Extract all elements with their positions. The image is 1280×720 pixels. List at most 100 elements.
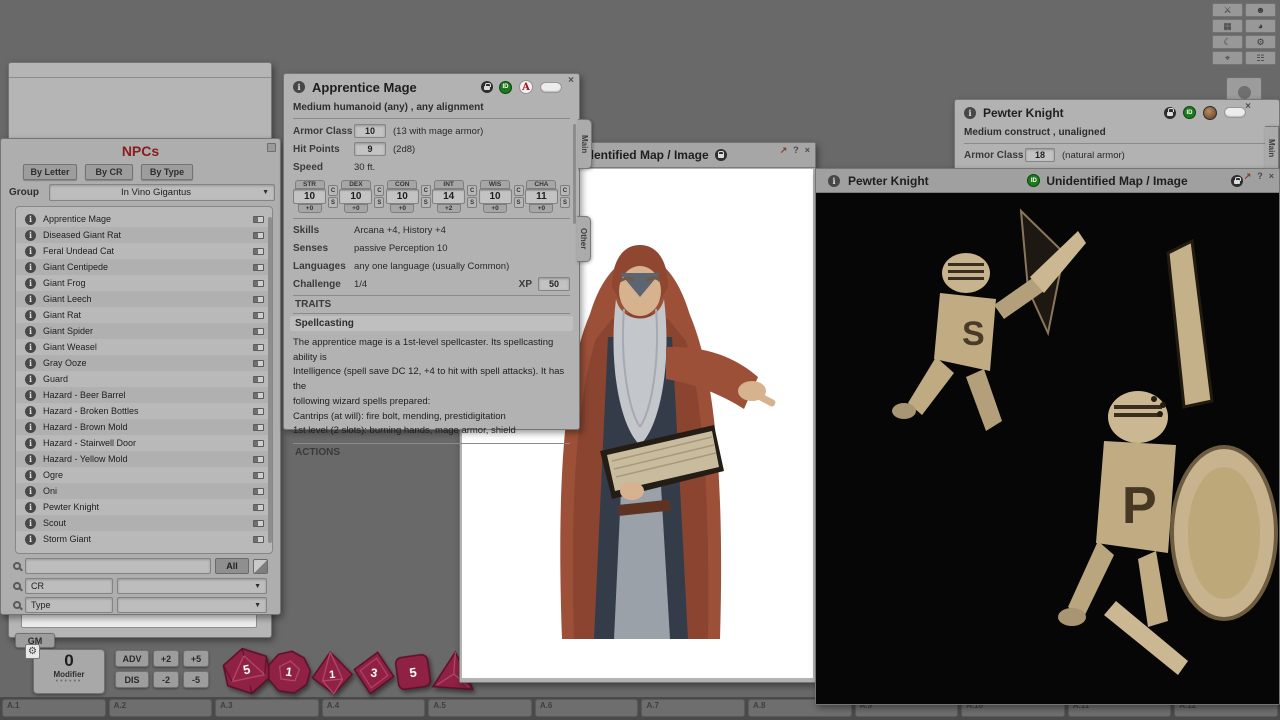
record-link-icon[interactable] xyxy=(253,360,264,367)
check-roll-button[interactable]: C xyxy=(421,185,431,196)
sheet-scrollbar[interactable] xyxy=(573,124,576,224)
lock-icon[interactable] xyxy=(1231,175,1243,187)
list-item[interactable]: iGiant Frog xyxy=(16,275,272,291)
record-link-icon[interactable] xyxy=(253,504,264,511)
info-icon[interactable]: i xyxy=(25,502,36,513)
list-item[interactable]: iStorm Giant xyxy=(16,531,272,547)
ac-value[interactable]: 18 xyxy=(1025,148,1055,162)
list-item[interactable]: iHazard - Beer Barrel xyxy=(16,387,272,403)
hotbar-slot[interactable]: A.2 xyxy=(109,699,213,717)
color-filter-icon[interactable] xyxy=(253,559,268,574)
maximize-icon[interactable]: ↗ xyxy=(1244,171,1252,182)
token-target-icon[interactable]: ⌖ xyxy=(1212,51,1243,65)
info-icon[interactable]: i xyxy=(25,358,36,369)
info-icon[interactable]: i xyxy=(293,81,305,93)
check-roll-button[interactable]: C xyxy=(467,185,477,196)
record-link-icon[interactable] xyxy=(253,264,264,271)
info-icon[interactable]: i xyxy=(25,326,36,337)
tab-main[interactable]: Main xyxy=(578,119,592,169)
info-icon[interactable]: i xyxy=(964,107,976,119)
ability-score[interactable]: 10 xyxy=(339,189,372,204)
record-link-icon[interactable] xyxy=(253,312,264,319)
die-d6[interactable]: 5 xyxy=(392,651,435,694)
tab-main[interactable]: Main xyxy=(1265,126,1279,170)
info-icon[interactable]: i xyxy=(828,175,840,187)
ability-mod[interactable]: +2 xyxy=(437,204,461,213)
die-d12[interactable]: 1 xyxy=(263,646,315,698)
save-roll-button[interactable]: S xyxy=(374,197,384,208)
broadcast-icon[interactable]: ☷ xyxy=(1245,51,1276,65)
info-icon[interactable]: i xyxy=(25,262,36,273)
modifier-box[interactable]: 0 Modifier •••••• xyxy=(33,649,105,694)
plus2-button[interactable]: +2 xyxy=(153,650,179,667)
info-icon[interactable]: i xyxy=(25,374,36,385)
ability-score[interactable]: 11 xyxy=(525,189,558,204)
list-item[interactable]: iOgre xyxy=(16,467,272,483)
ac-value[interactable]: 10 xyxy=(354,124,386,138)
info-icon[interactable]: i xyxy=(25,214,36,225)
group-select[interactable]: In Vino Gigantus ▼ xyxy=(49,184,275,201)
maximize-icon[interactable]: ↗ xyxy=(780,145,788,156)
info-icon[interactable]: i xyxy=(25,534,36,545)
window-pin-icon[interactable] xyxy=(267,143,276,152)
close-icon[interactable]: × xyxy=(1269,171,1274,182)
hotbar-slot[interactable]: A.4 xyxy=(322,699,426,717)
record-link-icon[interactable] xyxy=(253,488,264,495)
options-gear-icon[interactable]: ⚙ xyxy=(1245,35,1276,49)
list-item[interactable]: iScout xyxy=(16,515,272,531)
info-icon[interactable]: i xyxy=(25,422,36,433)
moon-icon[interactable]: ☾ xyxy=(1212,35,1243,49)
share-toggle[interactable] xyxy=(1224,107,1246,118)
record-link-icon[interactable] xyxy=(253,472,264,479)
check-roll-button[interactable]: C xyxy=(328,185,338,196)
adv-button[interactable]: ADV xyxy=(115,650,149,667)
dis-button[interactable]: DIS xyxy=(115,671,149,688)
trait-name[interactable]: Spellcasting xyxy=(290,316,573,331)
sheet-titlebar[interactable]: i Apprentice Mage ID A xyxy=(284,74,579,100)
close-icon[interactable]: × xyxy=(805,145,810,156)
npc-list-scrollbar[interactable] xyxy=(268,217,272,543)
list-item[interactable]: iPewter Knight xyxy=(16,499,272,515)
info-icon[interactable]: i xyxy=(25,310,36,321)
cr-filter-input[interactable]: CR xyxy=(25,578,113,594)
weapons-icon[interactable]: ⚔ xyxy=(1212,3,1243,17)
tab-by-letter[interactable]: By Letter xyxy=(23,164,77,180)
id-badge-icon[interactable]: ID xyxy=(499,81,512,94)
check-roll-button[interactable]: C xyxy=(374,185,384,196)
list-item[interactable]: iGiant Centipede xyxy=(16,259,272,275)
tab-other[interactable]: Other xyxy=(577,216,591,262)
calendar-icon[interactable]: ▦ xyxy=(1212,19,1243,33)
record-link-icon[interactable] xyxy=(253,424,264,431)
portrait-badge-icon[interactable] xyxy=(1203,106,1217,120)
info-icon[interactable]: i xyxy=(25,342,36,353)
record-link-icon[interactable] xyxy=(253,232,264,239)
list-item[interactable]: iGuard xyxy=(16,371,272,387)
record-link-icon[interactable] xyxy=(253,280,264,287)
ability-mod[interactable]: +0 xyxy=(529,204,553,213)
tab-by-type[interactable]: By Type xyxy=(141,164,193,180)
ability-score[interactable]: 10 xyxy=(386,189,419,204)
hp-value[interactable]: 9 xyxy=(354,142,386,156)
list-item[interactable]: iGiant Weasel xyxy=(16,339,272,355)
list-item[interactable]: iHazard - Stairwell Door xyxy=(16,435,272,451)
minus2-button[interactable]: -2 xyxy=(153,671,179,688)
die-d8[interactable]: 3 xyxy=(348,647,399,700)
list-item[interactable]: iGiant Rat xyxy=(16,307,272,323)
save-roll-button[interactable]: S xyxy=(560,197,570,208)
save-roll-button[interactable]: S xyxy=(514,197,524,208)
hotbar-slot[interactable]: A.6 xyxy=(535,699,639,717)
ability-mod[interactable]: +0 xyxy=(344,204,368,213)
list-item[interactable]: iGiant Spider xyxy=(16,323,272,339)
ability-score[interactable]: 10 xyxy=(293,189,326,204)
hotbar-slot[interactable]: A.7 xyxy=(641,699,745,717)
record-link-icon[interactable] xyxy=(253,328,264,335)
sheet-titlebar[interactable]: i Pewter Knight ID xyxy=(955,100,1279,125)
record-link-icon[interactable] xyxy=(253,520,264,527)
record-link-icon[interactable] xyxy=(253,376,264,383)
lock-icon[interactable] xyxy=(1164,107,1176,119)
info-icon[interactable]: i xyxy=(25,438,36,449)
list-item[interactable]: iApprentice Mage xyxy=(16,211,272,227)
record-link-icon[interactable] xyxy=(253,344,264,351)
id-badge-icon[interactable]: ID xyxy=(1183,106,1196,119)
close-icon[interactable]: × xyxy=(568,76,574,86)
